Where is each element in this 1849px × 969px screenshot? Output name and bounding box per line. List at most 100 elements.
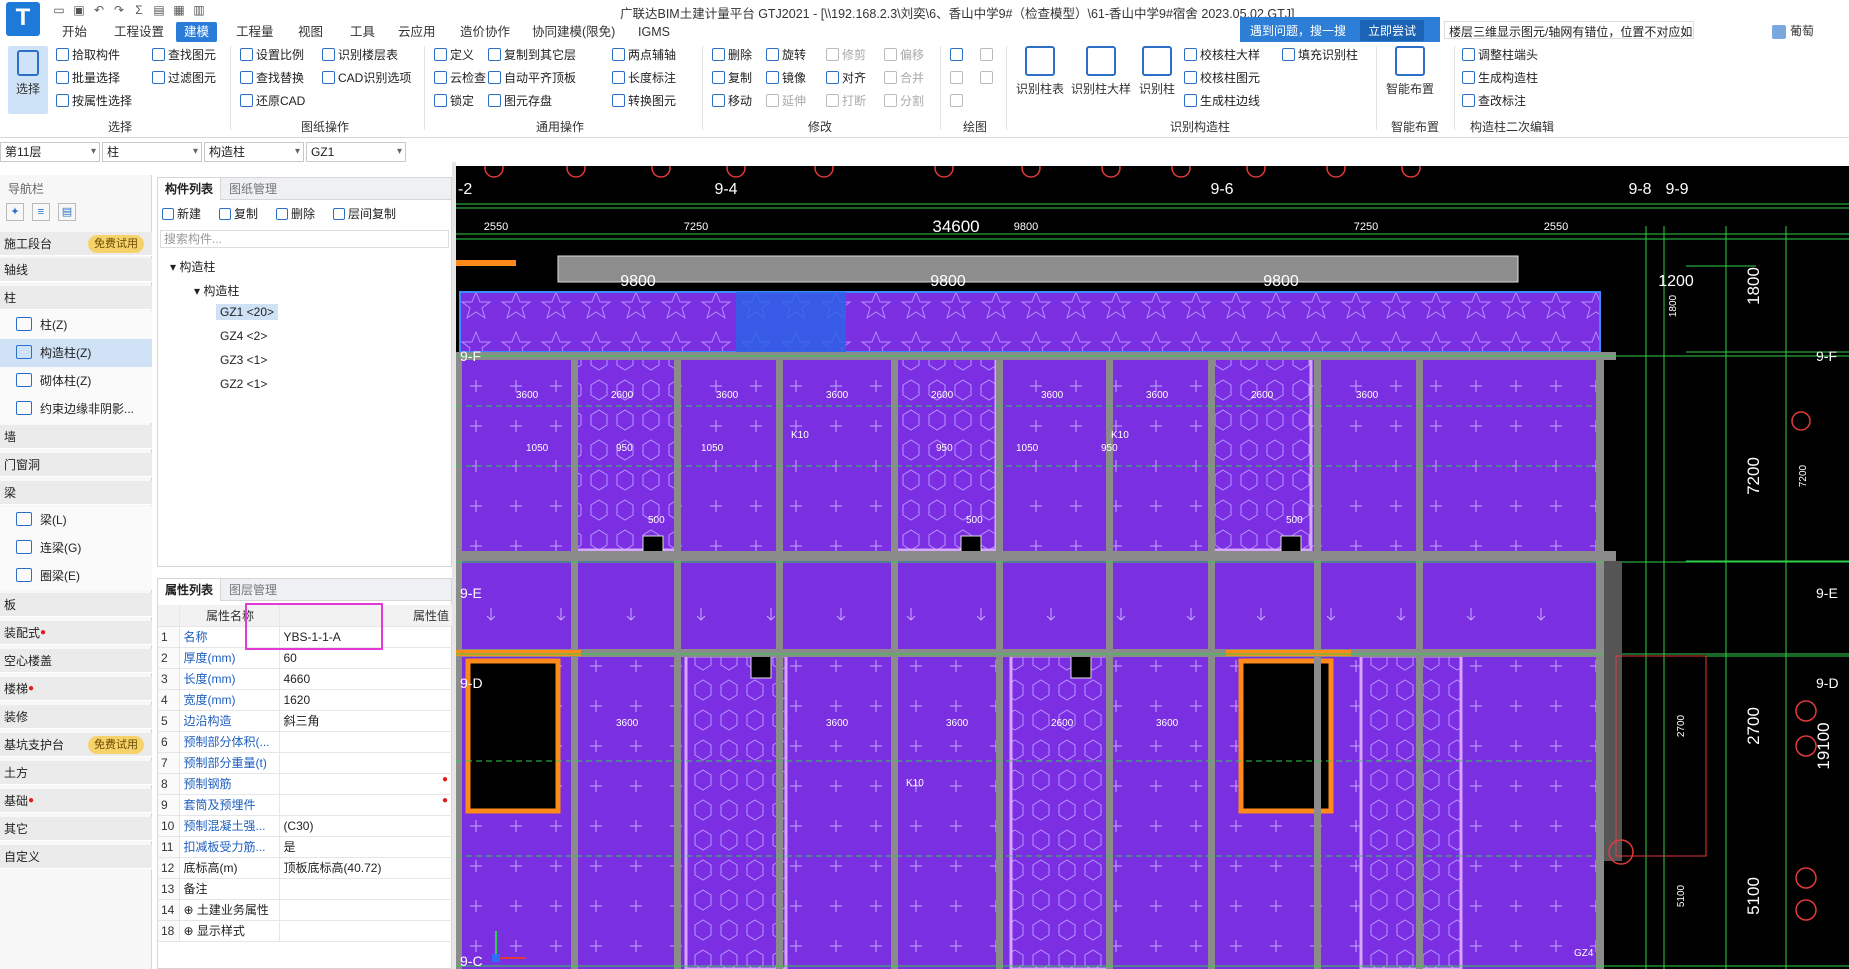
tab-tools[interactable]: 工具 [342, 22, 383, 42]
nav-item-edge-member[interactable]: 约束边缘非阴影... [0, 395, 152, 423]
list-view-icon[interactable]: ≡ [32, 203, 50, 221]
tab-collab-modeling[interactable]: 协同建模(限免) [524, 22, 623, 42]
table-row[interactable]: 10 预制混凝土强... (C30) [158, 815, 453, 837]
nav-cat-pit-support[interactable]: 基坑支护台 免费试用 [0, 733, 152, 757]
tab-cloud[interactable]: 云应用 [390, 22, 444, 42]
fill-recognize-column-button[interactable]: 填充识别柱 [1282, 46, 1358, 64]
table-row[interactable]: 3 长度(mm) 4660 [158, 668, 453, 690]
cad-recognition-options-button[interactable]: CAD识别选项 [322, 69, 411, 87]
property-value[interactable]: ● [279, 773, 453, 795]
type-select[interactable]: 柱 [102, 142, 202, 162]
nav-cat-hollow-floor[interactable]: 空心楼盖 [0, 649, 152, 673]
nav-cat-wall[interactable]: 墙 [0, 425, 152, 449]
property-value[interactable]: (C30) [279, 815, 453, 837]
property-value[interactable]: 是 [279, 836, 453, 858]
check-column-element-button[interactable]: 校核柱图元 [1184, 69, 1260, 87]
table-row[interactable]: 9 套筒及预埋件 ● [158, 794, 453, 816]
list-item[interactable]: GZ3 <1> [220, 353, 267, 367]
nav-cat-foundation[interactable]: 基础● [0, 789, 152, 813]
free-trial-badge[interactable]: 免费试用 [88, 736, 144, 754]
nav-cat-custom[interactable]: 自定义 [0, 845, 152, 869]
adjust-column-end-button[interactable]: 调整柱端头 [1462, 46, 1538, 64]
check-column-detail-button[interactable]: 校核柱大样 [1184, 46, 1260, 64]
nav-item-masonry-column[interactable]: 砌体柱(Z) [0, 367, 152, 395]
nav-item-beam[interactable]: 梁(L) [0, 506, 152, 534]
nav-cat-earthwork[interactable]: 土方 [0, 761, 152, 785]
generate-column-edge-button[interactable]: 生成柱边线 [1184, 92, 1260, 110]
mirror-button[interactable]: 镜像 [766, 69, 806, 87]
nav-item-ring-beam[interactable]: 圈梁(E) [0, 562, 152, 590]
recognize-column-button[interactable]: 识别柱 [1134, 46, 1180, 97]
draw-rect-tool[interactable] [980, 69, 996, 87]
property-value[interactable]: 4660 [279, 668, 453, 690]
slab-hex-5[interactable] [1009, 654, 1113, 969]
redo-icon[interactable]: ↷ [112, 3, 126, 17]
slab-hex-6[interactable] [1359, 654, 1463, 969]
balcony-slab[interactable] [459, 291, 1601, 353]
generate-constructional-column-button[interactable]: 生成构造柱 [1462, 69, 1538, 87]
table-row[interactable]: 4 宽度(mm) 1620 [158, 689, 453, 711]
undo-icon[interactable]: ↶ [92, 3, 106, 17]
new-component-button[interactable]: 新建 [162, 205, 201, 222]
offset-button[interactable]: 偏移 [884, 46, 924, 64]
table-row[interactable]: 18 ⊕ 显示样式 [158, 920, 453, 942]
nav-cat-door-window[interactable]: 门窗洞 [0, 453, 152, 477]
tree-child[interactable]: ▾ 构造柱 [194, 282, 239, 299]
move-button[interactable]: 移动 [712, 92, 752, 110]
table-row[interactable]: 6 预制部分体积(... [158, 731, 453, 753]
delete-button[interactable]: 删除 [712, 46, 752, 64]
filter-element-button[interactable]: 过滤图元 [152, 69, 216, 87]
merge-button[interactable]: 合并 [884, 69, 924, 87]
cad-drawing[interactable]: 34600 9-4 9-6 9-8 9-9 -2 9-F 9-E 9-D 9-C… [456, 166, 1849, 969]
help-search-input[interactable]: 楼层三维显示图元/轴网有错位，位置不对应如何处理？ [1444, 21, 1694, 39]
draw-arc-tool[interactable] [950, 92, 966, 110]
subtype-select[interactable]: 构造柱 [204, 142, 304, 162]
lock-button[interactable]: 锁定 [434, 92, 474, 110]
save-icon[interactable]: ▣ [72, 3, 86, 17]
select-button[interactable]: 选择 [8, 46, 48, 114]
draw-line-tool[interactable] [950, 69, 966, 87]
detail-view-icon[interactable]: ▤ [58, 203, 76, 221]
nav-cat-slab[interactable]: 板 [0, 593, 152, 617]
align-button[interactable]: 对齐 [826, 69, 866, 87]
tab-modeling[interactable]: 建模 [176, 22, 218, 42]
nav-cat-beam[interactable]: 梁 [0, 481, 152, 505]
copy-between-floors-button[interactable]: 层间复制 [333, 205, 396, 222]
nav-cat-other[interactable]: 其它 [0, 817, 152, 841]
pin-icon[interactable]: ✦ [6, 203, 24, 221]
property-value[interactable] [279, 899, 453, 921]
table-row[interactable]: 2 厚度(mm) 60 [158, 647, 453, 669]
delete-component-button[interactable]: 删除 [276, 205, 315, 222]
extend-button[interactable]: 延伸 [766, 92, 806, 110]
list-item[interactable]: GZ1 <20> [216, 304, 279, 320]
convert-element-button[interactable]: 转换图元 [612, 92, 676, 110]
batch-select-button[interactable]: 批量选择 [56, 69, 120, 87]
free-trial-badge[interactable]: 免费试用 [88, 235, 144, 253]
define-button[interactable]: 定义 [434, 46, 474, 64]
grid-icon[interactable]: ▦ [172, 3, 186, 17]
tab-component-list[interactable]: 构件列表 [158, 178, 222, 200]
property-value[interactable] [279, 731, 453, 753]
nav-cat-stairs[interactable]: 楼梯● [0, 677, 152, 701]
property-value[interactable]: 60 [279, 647, 453, 669]
balcony-blue-slab[interactable] [736, 292, 846, 352]
smart-layout-button[interactable]: 智能布置 [1380, 46, 1440, 97]
copy-button[interactable]: 复制 [712, 69, 752, 87]
trim-button[interactable]: 修剪 [826, 46, 866, 64]
corridor-slab[interactable] [460, 561, 1600, 649]
table-row[interactable]: 13 备注 [158, 878, 453, 900]
restore-cad-button[interactable]: 还原CAD [240, 92, 305, 110]
copy-to-other-floor-button[interactable]: 复制到其它层 [488, 46, 576, 64]
cloud-check-button[interactable]: 云检查 [434, 69, 486, 87]
table-row[interactable]: 7 预制部分重量(t) [158, 752, 453, 774]
find-element-button[interactable]: 查找图元 [152, 46, 216, 64]
recognize-column-table-button[interactable]: 识别柱表 [1012, 46, 1068, 97]
rotate-button[interactable]: 旋转 [766, 46, 806, 64]
length-dimension-button[interactable]: 长度标注 [612, 69, 676, 87]
split-button[interactable]: 分割 [884, 92, 924, 110]
property-value[interactable] [279, 752, 453, 774]
draw-rotate-point-tool[interactable] [980, 46, 996, 64]
component-search-input[interactable]: 搜索构件... [160, 230, 449, 248]
table-row[interactable]: 12 底标高(m) 顶板底标高(40.72) [158, 857, 453, 879]
table-row[interactable]: 8 预制钢筋 ● [158, 773, 453, 795]
